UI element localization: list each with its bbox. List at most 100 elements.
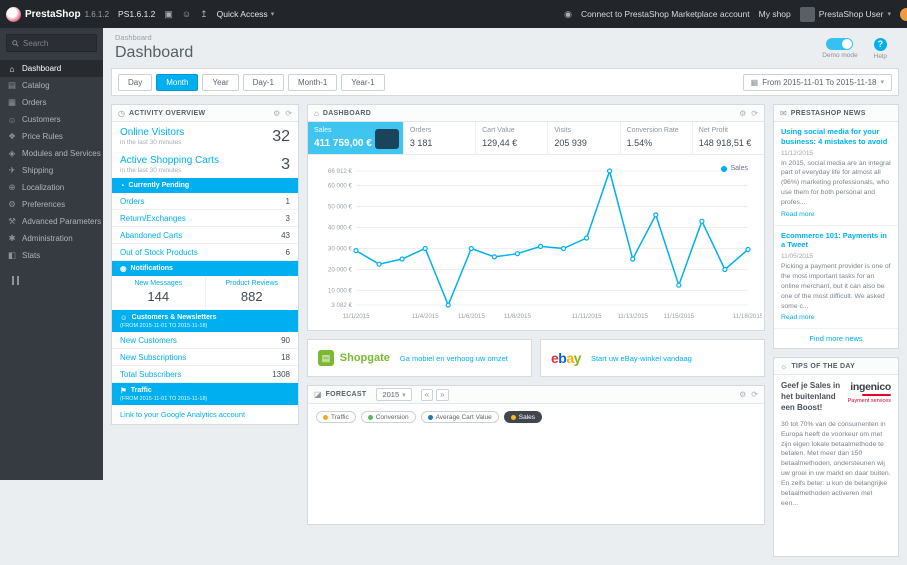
filter-day-minus-1-button[interactable]: Day-1 [242,73,284,91]
read-more-link[interactable]: Read more [781,211,815,218]
filter-year-minus-1-button[interactable]: Year-1 [341,73,385,91]
news-article-link[interactable]: Using social media for your business: 4 … [781,127,891,147]
google-analytics-link[interactable]: Link to your Google Analytics account [112,405,298,424]
sidebar-item-orders[interactable]: ▦ Orders [0,94,103,111]
upload-icon[interactable]: ↥ [200,9,208,20]
sidebar-item-price-rules[interactable]: ❖ Price Rules [0,128,103,145]
ebay-link[interactable]: Start uw eBay-winkel vandaag [591,354,692,363]
sidebar-item-advanced-parameters[interactable]: ⚒ Advanced Parameters [0,213,103,230]
sidebar-item-label: Customers [22,115,61,124]
sidebar-item-modules[interactable]: ◈ Modules and Services [0,145,103,162]
forecast-legend-average-cart-value[interactable]: Average Cart Value [420,411,499,423]
sidebar-item-localization[interactable]: ⊕ Localization [0,179,103,196]
forecast-legend-conversion[interactable]: Conversion [360,411,416,423]
sidebar-item-customers[interactable]: ☺ Customers [0,111,103,128]
legend-dot [510,414,516,420]
abandoned-carts-row[interactable]: Abandoned Carts 43 [112,227,298,244]
marketplace-icon: ◉ [564,8,572,19]
sidebar-item-label: Stats [22,251,41,260]
caret-down-icon: ▾ [270,11,275,18]
date-range-picker[interactable]: ▦ From 2015-11-01 To 2015-11-18 ▾ [742,73,892,91]
ps-version-badge: PS1.6.1.2 [118,9,156,19]
tip-headline: Geef je Sales in het buitenland een Boos… [781,381,841,413]
tip-icon: ☼ [780,361,788,371]
sidebar-collapse-button[interactable] [12,276,103,285]
news-article-excerpt: In 2015, social media are an integral pa… [781,159,891,206]
ingenico-logo: ingenico Payment services [848,381,892,413]
news-article-link[interactable]: Ecommerce 101: Payments in a Tweet [781,231,891,251]
sidebar-item-catalog[interactable]: ▤ Catalog [0,77,103,94]
read-more-link[interactable]: Read more [781,314,815,321]
pending-orders-row[interactable]: Orders 1 [112,193,298,210]
kpi-sales[interactable]: Sales 411 759,00 € [308,122,404,154]
online-visitors-link[interactable]: Online Visitors [120,127,184,138]
new-messages-stat[interactable]: New Messages 144 [112,276,205,310]
product-reviews-stat[interactable]: Product Reviews 882 [204,276,299,310]
pending-returns-row[interactable]: Return/Exchanges 3 [112,210,298,227]
next-year-button[interactable]: » [436,388,449,401]
forecast-legend-sales[interactable]: Sales [503,411,542,423]
notifications-section-header: ◉ Notifications [112,261,298,276]
kpi-visits[interactable]: Visits 205 939 [548,122,621,154]
marketplace-link[interactable]: Connect to PrestaShop Marketplace accoun… [581,9,750,19]
sales-chart[interactable]: 66 912 € 60 000 € 50 000 € 40 000 € 30 000 €… [308,155,764,330]
forecast-panel-header: ◪ FORECAST 2015 ▾ « » ⚙ ⟳ [308,386,764,404]
prestashop-news-panel: ✉ PRESTASHOP NEWS Using social media for… [773,104,899,350]
sidebar-item-preferences[interactable]: ⚙ Preferences [0,196,103,213]
ebay-letter: y [573,350,582,366]
forecast-year-select[interactable]: 2015 ▾ [376,388,412,401]
shopgate-link[interactable]: Ga mobiel en verhoog uw omzet [400,354,508,363]
quick-access-menu[interactable]: Quick Access ▾ [217,9,275,19]
online-visitors-sub: in the last 30 minutes [120,139,182,146]
my-shop-link[interactable]: My shop [759,9,791,19]
refresh-icon[interactable]: ⟳ [751,109,758,118]
ebay-letter: a [566,350,574,366]
new-subscriptions-row[interactable]: New Subscriptions 18 [112,349,298,366]
help-icon[interactable]: ? [873,38,887,51]
prev-year-button[interactable]: « [420,388,434,401]
refresh-icon[interactable]: ⟳ [751,390,758,399]
total-subscribers-row[interactable]: Total Subscribers 1308 [112,366,298,383]
gear-icon[interactable]: ⚙ [273,109,280,118]
filter-year-button[interactable]: Year [202,73,239,91]
active-carts-link[interactable]: Active Shopping Carts [120,155,219,166]
search-icon [12,39,19,47]
find-more-news-link[interactable]: Find more news [774,329,898,348]
forecast-legend-traffic[interactable]: Traffic [316,411,356,423]
sidebar-item-dashboard[interactable]: ⌂ Dashboard [0,60,103,77]
sidebar-item-shipping[interactable]: ✈ Shipping [0,162,103,179]
breadcrumb[interactable]: Dashboard [115,33,193,42]
online-visitors-value: 32 [272,127,290,145]
search-input[interactable] [23,38,91,48]
refresh-icon[interactable]: ⟳ [285,109,292,118]
cart-icon[interactable]: ▣ [164,9,173,20]
filter-day-button[interactable]: Day [118,73,153,91]
svg-text:20 000 €: 20 000 € [328,266,353,273]
caret-down-icon: ▾ [887,11,891,18]
kpi-conversion-rate[interactable]: Conversion Rate 1.54% [621,122,693,154]
ebay-logo: ebay [551,350,581,366]
notif-label: Product Reviews [225,280,279,287]
kpi-value: 148 918,51 € [698,138,752,148]
demo-mode-toggle[interactable] [826,38,854,50]
filter-month-button[interactable]: Month [156,73,199,91]
kpi-net-profit[interactable]: Net Profit 148 918,51 € [693,122,764,154]
user-menu[interactable]: PrestaShop User ▾ [799,6,891,22]
prestashop-logo[interactable]: PrestaShop 1.6.1.2 [6,6,109,22]
new-customers-row[interactable]: New Customers 90 [112,332,298,349]
gear-icon[interactable]: ⚙ [739,390,746,399]
dashboard-panel-header: ⌂ DASHBOARD ⚙ ⟳ [308,105,764,122]
filter-month-minus-1-button[interactable]: Month-1 [287,73,338,91]
svg-text:11/15/2015: 11/15/2015 [664,313,695,320]
out-of-stock-row[interactable]: Out of Stock Products 6 [112,244,298,261]
sidebar-item-label: Modules and Services [22,149,101,158]
sidebar-item-stats[interactable]: ◧ Stats [0,247,103,264]
shopgate-bag-icon: ▤ [318,350,334,366]
person-icon[interactable]: ☺ [182,9,191,19]
kpi-orders[interactable]: Orders 3 181 [404,122,477,154]
gear-icon[interactable]: ⚙ [739,109,746,118]
chart-legend-sales[interactable]: Sales [721,165,748,172]
sidebar-item-label: Preferences [22,200,66,209]
kpi-cart-value[interactable]: Cart Value 129,44 € [476,122,549,154]
sidebar-item-administration[interactable]: ✱ Administration [0,230,103,247]
